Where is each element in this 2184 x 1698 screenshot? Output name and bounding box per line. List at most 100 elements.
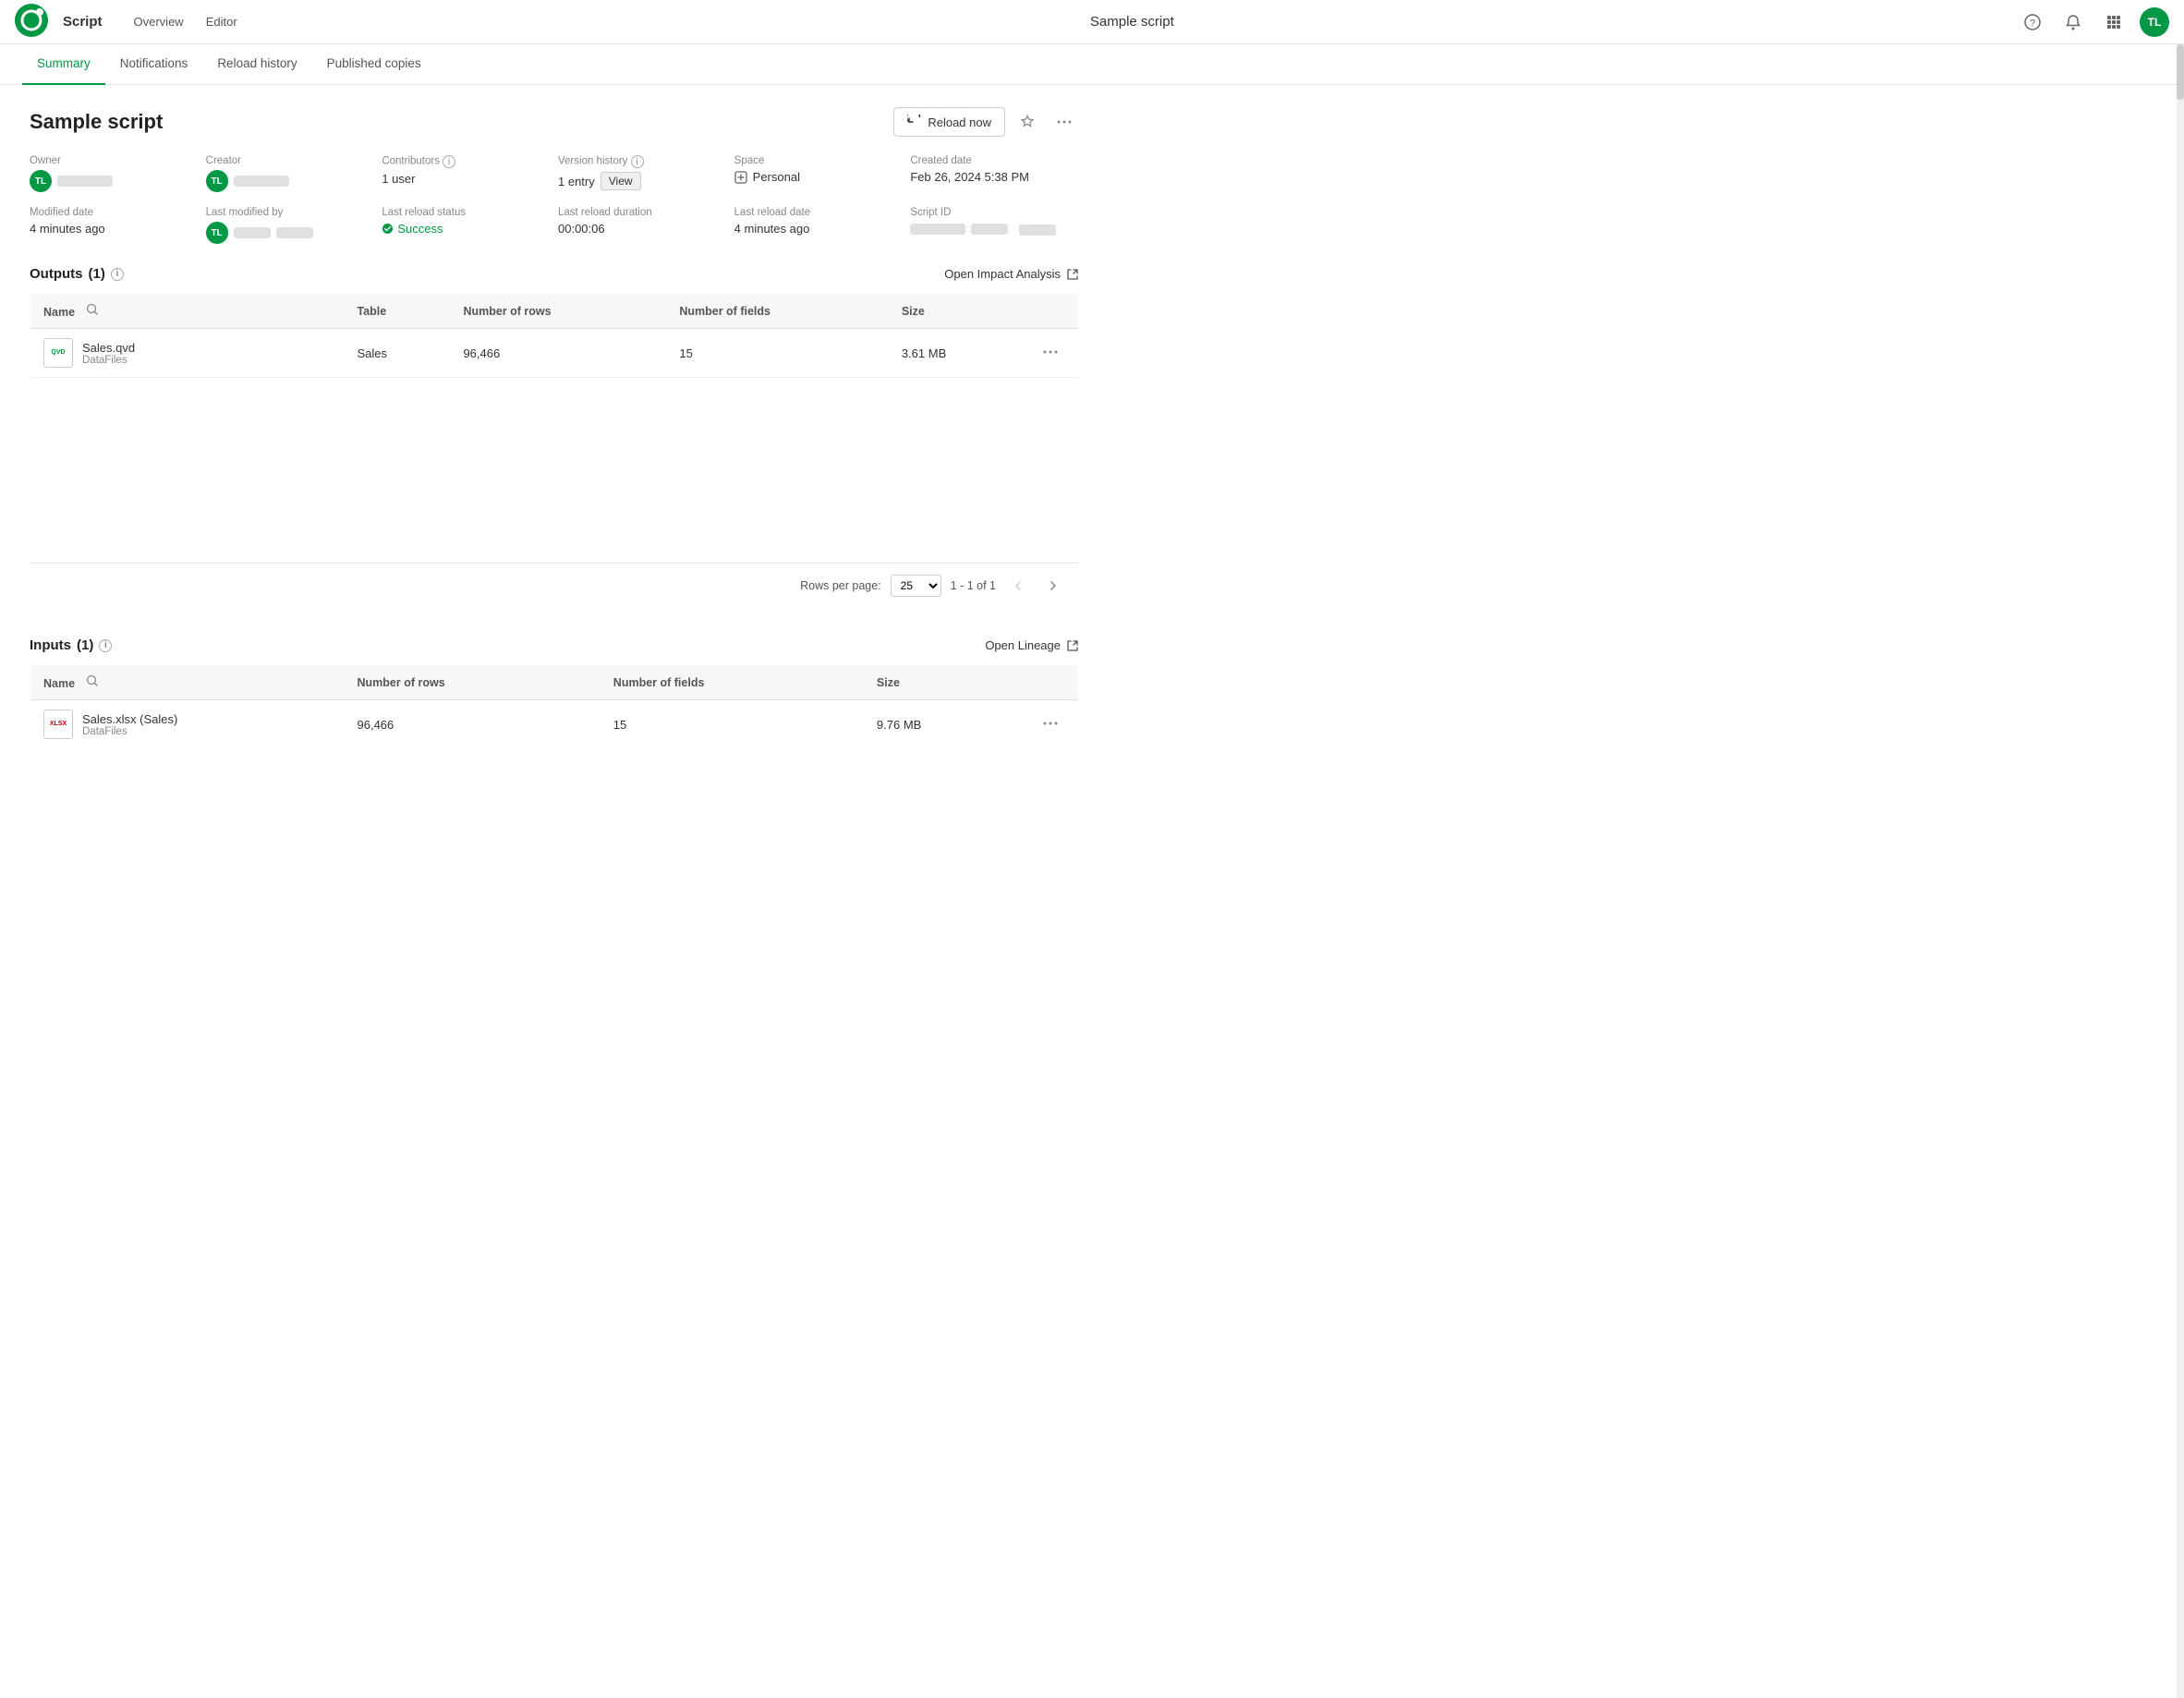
- outputs-cell-table: Sales: [345, 329, 451, 378]
- svg-text:?: ?: [2030, 18, 2035, 29]
- inputs-col-actions: [1023, 665, 1079, 700]
- outputs-section: Outputs (1) i Open Impact Analysis Name: [30, 266, 1079, 608]
- outputs-col-fields: Number of fields: [666, 294, 888, 329]
- outputs-cell-size: 3.61 MB: [889, 329, 1023, 378]
- inputs-cell-more[interactable]: [1023, 700, 1079, 749]
- version-history-info-icon[interactable]: i: [631, 155, 644, 168]
- open-lineage-button[interactable]: Open Lineage: [985, 638, 1079, 652]
- meta-reload-date: Last reload date 4 minutes ago: [734, 207, 904, 244]
- help-icon[interactable]: ?: [2018, 7, 2047, 37]
- reload-now-button[interactable]: Reload now: [893, 107, 1005, 137]
- outputs-cell-rows: 96,466: [450, 329, 666, 378]
- outputs-title: Outputs (1) i: [30, 266, 124, 282]
- waffle-icon[interactable]: [2099, 7, 2129, 37]
- meta-script-id: Script ID: [910, 207, 1079, 244]
- external-link-icon: [1066, 268, 1079, 281]
- outputs-file-sub: DataFiles: [82, 355, 135, 366]
- inputs-col-size: Size: [864, 665, 1023, 700]
- inputs-name-search-icon[interactable]: [86, 677, 99, 690]
- lineage-external-link-icon: [1066, 639, 1079, 652]
- outputs-prev-page-button[interactable]: [1005, 573, 1031, 599]
- page-header: Sample script Reload now: [30, 107, 1079, 137]
- inputs-col-rows: Number of rows: [345, 665, 601, 700]
- nav-icons: ? TL: [2018, 7, 2169, 37]
- outputs-pagination: Rows per page: 25 50 100 1 - 1 of 1: [30, 563, 1079, 608]
- outputs-row-more-button[interactable]: [1036, 345, 1065, 366]
- nav-editor[interactable]: Editor: [197, 11, 247, 32]
- outputs-cell-more[interactable]: [1023, 329, 1079, 378]
- top-nav: Script Overview Editor Sample script ? T…: [0, 0, 2184, 44]
- inputs-cell-name: XLSX Sales.xlsx (Sales) DataFiles: [30, 700, 345, 749]
- modifier-name-blur2: [276, 227, 313, 238]
- center-title: Sample script: [261, 14, 2003, 30]
- meta-reload-duration: Last reload duration 00:00:06: [558, 207, 727, 244]
- user-avatar[interactable]: TL: [2140, 7, 2169, 37]
- tab-summary[interactable]: Summary: [22, 44, 105, 85]
- outputs-cell-name: QVD Sales.qvd DataFiles: [30, 329, 345, 378]
- creator-name-blur: [234, 176, 289, 187]
- inputs-table: Name Number of rows Number of fields Siz…: [30, 664, 1079, 749]
- meta-reload-status: Last reload status Success: [382, 207, 551, 244]
- meta-version-history: Version history i 1 entry View: [558, 155, 727, 192]
- outputs-col-table: Table: [345, 294, 451, 329]
- outputs-page-info: 1 - 1 of 1: [951, 579, 996, 592]
- owner-avatar: TL: [30, 170, 52, 192]
- tab-notifications[interactable]: Notifications: [105, 44, 203, 85]
- tab-reload-history[interactable]: Reload history: [202, 44, 311, 85]
- inputs-file-sub: DataFiles: [82, 726, 177, 737]
- meta-created-date: Created date Feb 26, 2024 5:38 PM: [910, 155, 1079, 192]
- outputs-table-row: QVD Sales.qvd DataFiles Sales 96,466 15 …: [30, 329, 1079, 378]
- meta-grid-row2: Modified date 4 minutes ago Last modifie…: [30, 207, 1079, 244]
- inputs-table-row: XLSX Sales.xlsx (Sales) DataFiles 96,466…: [30, 700, 1079, 749]
- inputs-col-name: Name: [30, 665, 345, 700]
- main-content: Sample script Reload now Owner TL: [0, 85, 1109, 801]
- meta-modified-date: Modified date 4 minutes ago: [30, 207, 199, 244]
- script-id-blur2: [971, 224, 1008, 235]
- meta-contributors: Contributors i 1 user: [382, 155, 551, 192]
- modifier-avatar: TL: [206, 222, 228, 244]
- meta-grid: Owner TL Creator TL Contributors i 1 use…: [30, 155, 1079, 192]
- tab-published-copies[interactable]: Published copies: [312, 44, 436, 85]
- meta-creator: Creator TL: [206, 155, 375, 192]
- nav-overview[interactable]: Overview: [125, 11, 193, 32]
- reload-status-badge: Success: [382, 222, 551, 236]
- inputs-info-icon[interactable]: i: [99, 639, 112, 652]
- tabs-bar: Summary Notifications Reload history Pub…: [0, 44, 2184, 85]
- script-id-blur3: [1019, 224, 1056, 236]
- success-check-icon: [382, 223, 394, 235]
- page-title: Sample script: [30, 110, 163, 134]
- inputs-section: Inputs (1) i Open Lineage Name Num: [30, 637, 1079, 749]
- scrollbar-thumb[interactable]: [2177, 44, 2184, 100]
- modifier-name-blur1: [234, 227, 271, 238]
- outputs-next-page-button[interactable]: [1040, 573, 1066, 599]
- contributors-info-icon[interactable]: i: [443, 155, 455, 168]
- outputs-col-size: Size: [889, 294, 1023, 329]
- xlsx-file-icon: XLSX: [43, 710, 73, 739]
- outputs-cell-fields: 15: [666, 329, 888, 378]
- inputs-title: Inputs (1) i: [30, 637, 112, 653]
- nav-links: Overview Editor: [125, 11, 247, 32]
- open-impact-analysis-button[interactable]: Open Impact Analysis: [944, 267, 1079, 281]
- meta-last-modified-by: Last modified by TL: [206, 207, 375, 244]
- outputs-section-header: Outputs (1) i Open Impact Analysis: [30, 266, 1079, 282]
- inputs-col-fields: Number of fields: [601, 665, 864, 700]
- version-history-view-button[interactable]: View: [601, 172, 641, 190]
- outputs-name-search-icon[interactable]: [86, 306, 99, 319]
- outputs-info-icon[interactable]: i: [111, 268, 124, 281]
- inputs-section-header: Inputs (1) i Open Lineage: [30, 637, 1079, 653]
- inputs-cell-fields: 15: [601, 700, 864, 749]
- outputs-empty-space: [30, 378, 1079, 563]
- inputs-cell-size: 9.76 MB: [864, 700, 1023, 749]
- more-options-button[interactable]: [1050, 107, 1079, 137]
- outputs-rows-per-page-select[interactable]: 25 50 100: [891, 575, 941, 597]
- meta-owner: Owner TL: [30, 155, 199, 192]
- outputs-col-name: Name: [30, 294, 345, 329]
- notifications-icon[interactable]: [2058, 7, 2088, 37]
- space-icon: [734, 171, 747, 184]
- inputs-file-name: Sales.xlsx (Sales): [82, 712, 177, 726]
- reload-icon: [907, 115, 922, 129]
- qvd-file-icon: QVD: [43, 338, 73, 368]
- inputs-row-more-button[interactable]: [1036, 716, 1065, 737]
- qlik-logo[interactable]: [15, 4, 48, 40]
- star-button[interactable]: [1013, 107, 1042, 137]
